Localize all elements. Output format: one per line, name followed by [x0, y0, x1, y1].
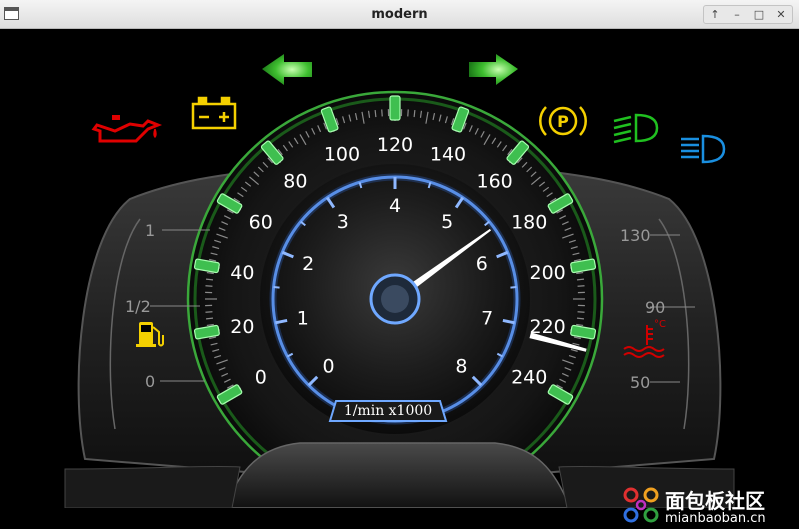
tach-minor-tick: [274, 287, 280, 288]
watermark: 面包板社区 mianbaoban.cn: [621, 485, 796, 529]
temp-label-low: 50: [630, 373, 650, 392]
speed-tick-label: 60: [249, 212, 273, 234]
tach-tick-label: 4: [389, 195, 401, 217]
speed-tick-label: 200: [530, 262, 566, 284]
right-turn-indicator-icon: [469, 54, 518, 85]
speed-tick-label: 0: [255, 367, 267, 389]
speed-minor-tick: [375, 110, 376, 117]
speed-minor-tick: [206, 318, 213, 319]
speed-tick-label: 80: [283, 170, 307, 192]
window-maximize-button[interactable]: □: [751, 7, 767, 23]
instrument-cluster: 020406080100120140160180200220240 012345…: [0, 29, 799, 508]
low-beam-icon: [614, 115, 657, 142]
window-controls: ↑ – □ ✕: [703, 5, 793, 24]
tach-tick-label: 0: [322, 355, 334, 377]
watermark-logo-icon: [621, 485, 661, 525]
speed-tick-label: 40: [230, 262, 254, 284]
temp-label-high: 130: [620, 226, 651, 245]
tach-minor-tick: [510, 287, 516, 288]
tach-tick-label: 5: [441, 211, 453, 233]
speed-tick-label: 160: [476, 170, 512, 192]
high-beam-icon: [681, 136, 724, 162]
window-minimize-button[interactable]: –: [729, 7, 745, 23]
bottom-console: [225, 443, 570, 508]
window-close-button[interactable]: ✕: [773, 7, 789, 23]
left-turn-indicator-icon: [262, 54, 312, 85]
speed-tick-label: 120: [377, 134, 413, 156]
tach-tick-label: 6: [476, 253, 488, 275]
speed-tick-label: 20: [230, 316, 254, 338]
tach-tick-label: 8: [455, 355, 467, 377]
watermark-url: mianbaoban.cn: [665, 511, 766, 526]
cluster-graphics: 020406080100120140160180200220240 012345…: [0, 29, 799, 508]
svg-text:°C: °C: [654, 319, 666, 330]
fuel-label-empty: 0: [145, 372, 155, 391]
speed-tick-label: 140: [430, 143, 466, 165]
tach-unit-label: 1/min x1000: [336, 401, 440, 421]
speed-minor-tick: [414, 110, 415, 117]
watermark-title: 面包板社区: [665, 485, 765, 514]
tach-tick-label: 2: [302, 253, 314, 275]
parking-brake-icon: P: [540, 107, 585, 135]
fuel-label-half: 1/2: [125, 297, 151, 316]
tach-tick-label: 3: [337, 211, 349, 233]
fuel-label-full: 1: [145, 221, 155, 240]
window-titlebar: modern ↑ – □ ✕: [0, 0, 799, 29]
speed-tick-label: 240: [511, 367, 547, 389]
speed-major-tick: [390, 96, 400, 120]
tach-tick-label: 1: [297, 307, 309, 329]
oil-pressure-warning-icon: [94, 115, 158, 141]
svg-text:P: P: [557, 112, 569, 131]
speed-tick-label: 100: [324, 143, 360, 165]
speed-minor-tick: [206, 279, 213, 280]
tach-tick-label: 7: [481, 307, 493, 329]
speed-minor-tick: [577, 318, 584, 319]
window-keep-above-button[interactable]: ↑: [707, 7, 723, 23]
temp-label-mid: 90: [645, 298, 665, 317]
battery-warning-icon: [193, 98, 235, 128]
window-title: modern: [0, 7, 799, 22]
speed-minor-tick: [577, 279, 584, 280]
speed-tick-label: 180: [511, 212, 547, 234]
